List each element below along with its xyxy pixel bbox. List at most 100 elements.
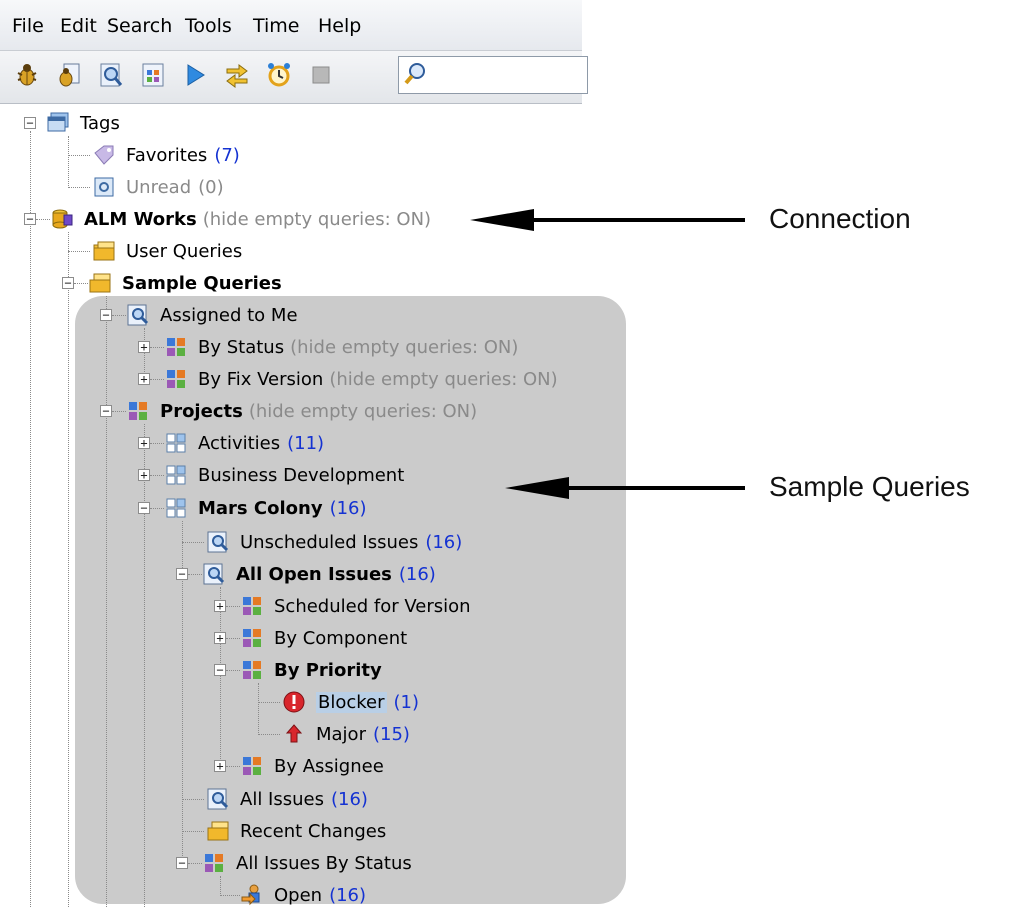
collapse-toggle[interactable]: − xyxy=(100,405,112,417)
tree-line xyxy=(220,876,221,896)
connection-annotation: Connection xyxy=(769,203,911,234)
tree-node-major[interactable]: Major (15) xyxy=(282,719,410,749)
expand-toggle[interactable]: + xyxy=(214,632,226,644)
expand-toggle[interactable]: + xyxy=(138,373,150,385)
alm-works-label: ALM Works xyxy=(84,208,197,230)
tree-node-sample-queries[interactable]: Sample Queries xyxy=(88,268,282,298)
tree-node-tags[interactable]: Tags xyxy=(46,108,120,138)
collapse-toggle[interactable]: − xyxy=(24,117,36,129)
menu-tools[interactable]: Tools xyxy=(185,14,232,38)
distribution-icon xyxy=(240,594,264,618)
tree-node-alm-works[interactable]: ALM Works (hide empty queries: ON) xyxy=(50,204,431,234)
activities-label: Activities xyxy=(198,432,281,454)
tree-node-mars-colony[interactable]: Mars Colony (16) xyxy=(164,493,367,523)
tree-node-by-assignee[interactable]: By Assignee xyxy=(240,751,384,781)
tree-node-by-fix-version[interactable]: By Fix Version (hide empty queries: ON) xyxy=(164,364,558,394)
folder-icon xyxy=(88,271,112,295)
open-count: (16) xyxy=(329,884,367,906)
blocker-count: (1) xyxy=(393,691,420,713)
mars-count: (16) xyxy=(329,497,367,519)
tree-node-all-open-issues[interactable]: All Open Issues (16) xyxy=(202,559,436,589)
menu-help[interactable]: Help xyxy=(318,14,361,38)
by-fix-version-label: By Fix Version xyxy=(198,368,324,390)
tag-icon xyxy=(92,143,116,167)
menu-time[interactable]: Time xyxy=(253,14,300,38)
blocker-icon xyxy=(282,690,306,714)
tree-node-activities[interactable]: Activities (11) xyxy=(164,428,324,458)
tree-line xyxy=(106,296,107,907)
project-icon xyxy=(164,496,188,520)
sample-queries-annotation: Sample Queries xyxy=(769,471,970,502)
by-status-label: By Status xyxy=(198,336,285,358)
tree-line xyxy=(182,542,204,543)
tree-line xyxy=(68,187,90,188)
collapse-toggle[interactable]: − xyxy=(176,568,188,580)
collapse-toggle[interactable]: − xyxy=(214,664,226,676)
tree-node-unread[interactable]: Unread (0) xyxy=(92,172,224,202)
tree-node-all-issues[interactable]: All Issues (16) xyxy=(206,784,368,814)
tree-node-by-status[interactable]: By Status (hide empty queries: ON) xyxy=(164,332,518,362)
expand-toggle[interactable]: + xyxy=(138,437,150,449)
tree-node-scheduled-for-version[interactable]: Scheduled for Version xyxy=(240,591,471,621)
collapse-toggle[interactable]: − xyxy=(62,277,74,289)
bug-query-icon[interactable] xyxy=(54,60,84,90)
menu-search[interactable]: Search xyxy=(107,14,172,38)
tree-node-assigned-to-me[interactable]: Assigned to Me xyxy=(126,300,298,330)
query-icon xyxy=(206,787,230,811)
tree-node-unscheduled-issues[interactable]: Unscheduled Issues (16) xyxy=(206,527,462,557)
tree-line xyxy=(150,508,164,509)
menu-edit[interactable]: Edit xyxy=(60,14,97,38)
play-icon[interactable] xyxy=(180,60,210,90)
tree-line xyxy=(68,155,90,156)
blocker-label: Blocker xyxy=(316,691,387,713)
tree-line xyxy=(258,702,280,703)
collapse-toggle[interactable]: − xyxy=(138,502,150,514)
query-icon xyxy=(126,303,150,327)
tree-line xyxy=(226,638,240,639)
tree-line xyxy=(68,251,90,252)
tree-node-all-issues-by-status[interactable]: All Issues By Status xyxy=(202,848,412,878)
new-bug-icon[interactable] xyxy=(12,60,42,90)
unread-icon xyxy=(92,175,116,199)
tags-icon xyxy=(46,111,70,135)
tree-line xyxy=(258,683,259,735)
tree-node-favorites[interactable]: Favorites (7) xyxy=(92,140,240,170)
connection-icon xyxy=(50,207,74,231)
expand-toggle[interactable]: + xyxy=(214,600,226,612)
alarm-clock-icon[interactable] xyxy=(264,60,294,90)
assigned-label: Assigned to Me xyxy=(160,304,298,326)
menu-file[interactable]: File xyxy=(12,14,44,38)
tree-line xyxy=(188,574,202,575)
distribution-icon[interactable] xyxy=(138,60,168,90)
by-priority-label: By Priority xyxy=(274,659,382,681)
tree-node-projects[interactable]: Projects (hide empty queries: ON) xyxy=(126,396,477,426)
query-icon xyxy=(206,530,230,554)
tree-node-by-priority[interactable]: By Priority xyxy=(240,655,382,685)
tree-node-by-component[interactable]: By Component xyxy=(240,623,407,653)
collapse-toggle[interactable]: − xyxy=(100,309,112,321)
expand-toggle[interactable]: + xyxy=(214,760,226,772)
tree-line xyxy=(226,670,240,671)
expand-toggle[interactable]: + xyxy=(138,341,150,353)
tree-node-recent-changes[interactable]: Recent Changes xyxy=(206,816,386,846)
distribution-icon xyxy=(164,335,188,359)
tree-node-blocker[interactable]: Blocker (1) xyxy=(282,687,419,717)
tree-node-open[interactable]: Open (16) xyxy=(240,880,366,910)
scheduled-label: Scheduled for Version xyxy=(274,595,471,617)
toolbar xyxy=(0,51,588,104)
open-label: Open xyxy=(274,884,323,906)
by-assignee-label: By Assignee xyxy=(274,755,384,777)
expand-toggle[interactable]: + xyxy=(138,469,150,481)
search-input[interactable] xyxy=(398,56,588,94)
tree-node-business-development[interactable]: Business Development xyxy=(164,460,404,490)
stop-icon[interactable] xyxy=(306,60,336,90)
search-query-icon[interactable] xyxy=(96,60,126,90)
collapse-toggle[interactable]: − xyxy=(176,857,188,869)
query-icon xyxy=(202,562,226,586)
tree-line xyxy=(220,587,221,767)
tree-line xyxy=(258,734,280,735)
tree-node-user-queries[interactable]: User Queries xyxy=(92,236,242,266)
search-icon xyxy=(404,63,425,85)
collapse-toggle[interactable]: − xyxy=(24,213,36,225)
synchronize-icon[interactable] xyxy=(222,60,252,90)
